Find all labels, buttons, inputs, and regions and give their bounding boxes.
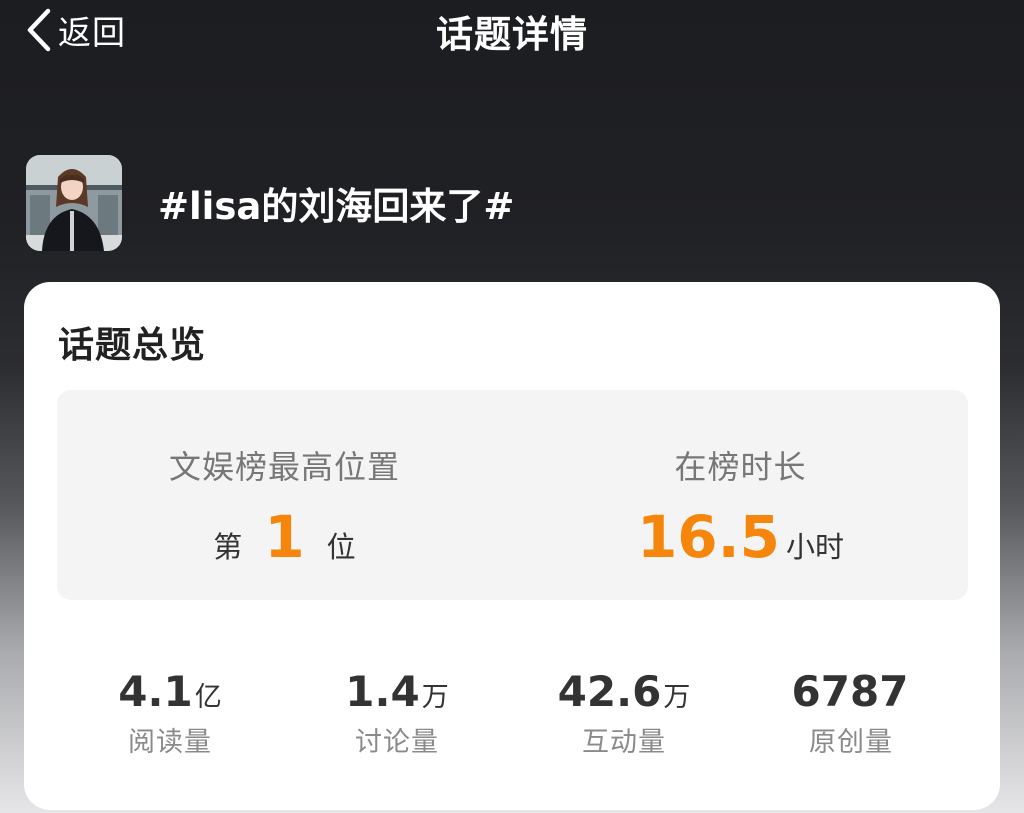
duration-unit: 小时 bbox=[786, 530, 845, 564]
rank-block: 文娱榜最高位置 第 1 位 bbox=[57, 390, 512, 600]
stat-discussion: 1.4 万 讨论量 bbox=[297, 667, 497, 759]
stat-label: 讨论量 bbox=[355, 727, 439, 758]
duration-label: 在榜时长 bbox=[674, 448, 807, 486]
stat-unit: 亿 bbox=[194, 682, 222, 713]
stat-original: 6787 原创量 bbox=[751, 667, 951, 759]
topic-avatar bbox=[26, 155, 122, 251]
stat-value: 4.1 bbox=[118, 667, 193, 716]
topic-title: #lisa的刘海回来了# bbox=[158, 185, 515, 228]
duration-value: 16.5 bbox=[636, 503, 781, 571]
duration-value-row: 16.5 小时 bbox=[513, 508, 968, 566]
rank-label: 文娱榜最高位置 bbox=[168, 448, 400, 486]
stat-label: 互动量 bbox=[582, 727, 666, 758]
stat-value: 1.4 bbox=[345, 667, 420, 716]
navigation-bar: 返回 话题详情 bbox=[0, 0, 1024, 60]
stat-label: 原创量 bbox=[809, 727, 893, 758]
rank-prefix: 第 bbox=[213, 530, 243, 564]
rank-value-row: 第 1 位 bbox=[57, 508, 512, 566]
stats-row: 4.1 亿 阅读量 1.4 万 讨论量 42.6 万 互动量 6787 原创量 bbox=[24, 667, 1000, 777]
stat-label: 阅读量 bbox=[128, 727, 212, 758]
overview-card: 话题总览 文娱榜最高位置 第 1 位 在榜时长 16.5 小时 4.1 亿 阅读… bbox=[24, 282, 1000, 810]
rank-suffix: 位 bbox=[326, 530, 356, 564]
rank-value: 1 bbox=[264, 503, 305, 571]
ranking-panel: 文娱榜最高位置 第 1 位 在榜时长 16.5 小时 bbox=[57, 390, 968, 600]
stat-interaction: 42.6 万 互动量 bbox=[524, 667, 724, 759]
page-title: 话题详情 bbox=[436, 13, 588, 56]
stat-unit: 万 bbox=[663, 682, 691, 713]
stat-read: 4.1 亿 阅读量 bbox=[70, 667, 270, 759]
stat-value: 6787 bbox=[791, 667, 909, 716]
stat-value: 42.6 bbox=[557, 667, 662, 716]
duration-block: 在榜时长 16.5 小时 bbox=[513, 390, 968, 600]
card-title: 话题总览 bbox=[58, 325, 207, 366]
stat-unit: 万 bbox=[421, 682, 449, 713]
